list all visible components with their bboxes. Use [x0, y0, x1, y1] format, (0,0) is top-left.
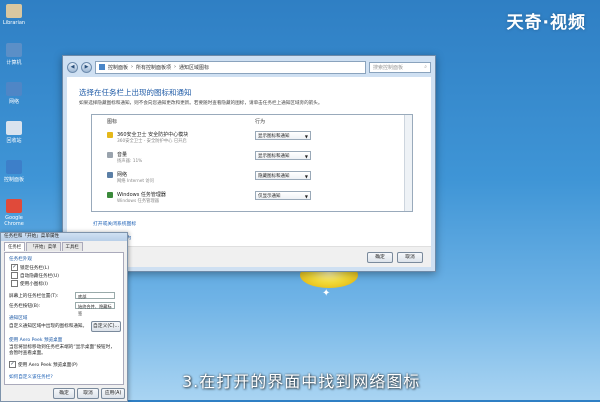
breadcrumb-2[interactable]: 通知区域图标 — [179, 64, 209, 71]
dialog-ok-button[interactable]: 确定 — [53, 388, 75, 399]
control-panel-icon — [99, 64, 105, 70]
buttons-label: 任务栏按钮(B): — [9, 304, 41, 309]
icon-list: 图标 行为 360安全卫士 安全防护中心模块 360安全卫士 - 安全防护中心 已… — [91, 114, 413, 212]
behavior-select[interactable]: 显示图标和通知 ▼ — [255, 151, 311, 160]
search-placeholder: 搜索控制面板 — [373, 64, 404, 71]
notify-section: 通知区域 — [9, 316, 28, 321]
forward-icon[interactable]: ▶ — [81, 61, 92, 73]
help-link[interactable]: 如何自定义该任务栏? — [9, 374, 53, 380]
dropdown-arrow-icon: ▼ — [304, 134, 308, 139]
list-scrollbar[interactable] — [404, 115, 412, 211]
app-icon — [107, 132, 113, 138]
behavior-select[interactable]: 隐藏图标和通知 ▼ — [255, 171, 311, 180]
desktop-icon-label: Librarian — [2, 20, 26, 26]
row-subtext: 360安全卫士 - 安全防护中心 已开启 — [117, 139, 187, 144]
position-label: 屏幕上的任务栏位置(T): — [9, 294, 59, 299]
desktop-icon-label: Google Chrome — [4, 215, 24, 227]
option-label: 自动隐藏任务栏(U) — [20, 273, 60, 279]
breadcrumb-1[interactable]: 所有控制面板项 — [136, 64, 171, 71]
desktop-icon-label: 回收站 — [6, 138, 22, 144]
app-icon — [107, 172, 113, 178]
tab-taskbar[interactable]: 任务栏 — [4, 242, 26, 251]
address-bar[interactable]: 控制面板 › 所有控制面板项 › 通知区域图标 — [95, 60, 366, 74]
aero-checkbox[interactable]: 使用 Aero Peek 预览桌面(P) — [9, 361, 78, 368]
taskbar-option[interactable]: 使用小图标(I) — [11, 280, 48, 287]
position-select[interactable]: 底部 — [75, 292, 115, 299]
option-checkbox[interactable] — [11, 272, 18, 279]
row-name: 音量 — [117, 152, 128, 158]
address-row: ◀ ▶ 控制面板 › 所有控制面板项 › 通知区域图标 搜索控制面板 ⌕ — [67, 60, 431, 74]
option-checkbox[interactable] — [11, 264, 18, 271]
desktop-icon-label: 计算机 — [6, 60, 22, 66]
row-subtext: Windows 任务管理器 — [117, 199, 160, 204]
column-icon: 图标 — [107, 119, 118, 125]
desktop-icon[interactable]: Librarian — [0, 4, 28, 26]
taskbar-properties-dialog: 任务栏和「开始」菜单属性 任务栏 「开始」菜单 工具栏 任务栏外观 锁定任务栏(… — [0, 232, 128, 402]
dropdown-arrow-icon: ▼ — [304, 194, 308, 199]
aero-text: 当您将鼠标移动到任务栏末端的“显示桌面”按钮时，会暂时查看桌面。 — [9, 345, 115, 356]
icon-row: 360安全卫士 安全防护中心模块 360安全卫士 - 安全防护中心 已开启 显示图标… — [92, 129, 404, 147]
column-header: 图标 行为 — [92, 115, 404, 125]
desktop-app-icon — [6, 121, 22, 135]
watermark: 天奇·视频 — [506, 13, 586, 33]
dialog-title: 任务栏和「开始」菜单属性 — [1, 233, 127, 241]
desktop-icon[interactable]: 网络 — [0, 82, 28, 105]
desktop-app-icon — [6, 43, 22, 57]
aero-checkbox-label: 使用 Aero Peek 预览桌面(P) — [18, 362, 78, 368]
system-icons-link[interactable]: 打开或关闭系统图标 — [93, 220, 136, 227]
icon-row: 网络 网络 Internet 访问 隐藏图标和通知 ▼ — [92, 169, 404, 187]
option-label: 锁定任务栏(L) — [20, 265, 50, 271]
desktop-icon-label: 网络 — [8, 99, 19, 105]
appearance-section: 任务栏外观 — [9, 257, 32, 262]
desktop-icon[interactable]: 回收站 — [0, 121, 28, 144]
behavior-select[interactable]: 显示图标和通知 ▼ — [255, 131, 311, 140]
taskbar-option[interactable]: 锁定任务栏(L) — [11, 264, 49, 271]
app-icon — [107, 192, 113, 198]
row-name: Windows 任务管理器 — [117, 192, 166, 198]
search-input[interactable]: 搜索控制面板 ⌕ — [369, 61, 431, 73]
search-icon: ⌕ — [424, 64, 427, 70]
desktop-app-icon — [6, 199, 22, 213]
row-subtext: 扬声器: 11% — [117, 159, 143, 164]
desktop-app-icon — [6, 4, 22, 18]
icon-row: 音量 扬声器: 11% 显示图标和通知 ▼ — [92, 149, 404, 167]
sparkle-icon: ✦ — [322, 288, 331, 299]
aero-checkbox-box[interactable] — [9, 361, 16, 368]
dialog-tabs: 任务栏 「开始」菜单 工具栏 — [1, 241, 127, 251]
app-icon — [107, 152, 113, 158]
breadcrumb-0[interactable]: 控制面板 — [108, 64, 128, 71]
dropdown-arrow-icon: ▼ — [304, 174, 308, 179]
dialog-cancel-button[interactable]: 取消 — [77, 388, 99, 399]
desktop-icon[interactable]: 计算机 — [0, 43, 28, 66]
customize-button[interactable]: 自定义(C)... — [91, 321, 121, 332]
row-name: 360安全卫士 安全防护中心模块 — [117, 132, 189, 138]
option-checkbox[interactable] — [11, 280, 18, 287]
desktop-app-icon — [6, 160, 22, 174]
icon-row: Windows 任务管理器 Windows 任务管理器 仅显示通知 ▼ — [92, 189, 404, 207]
desktop-icon-label: 控制面板 — [3, 177, 24, 183]
dialog-apply-button[interactable]: 应用(A) — [101, 388, 125, 399]
desktop-icon[interactable]: Google Chrome — [0, 199, 28, 227]
option-label: 使用小图标(I) — [20, 281, 48, 287]
video-caption: 3.在打开的界面中找到网络图标 — [182, 372, 421, 391]
row-subtext: 网络 Internet 访问 — [117, 179, 154, 184]
buttons-select[interactable]: 始终合并、隐藏标签 — [75, 302, 115, 316]
tab-start-menu[interactable]: 「开始」菜单 — [26, 242, 61, 251]
taskbar-option[interactable]: 自动隐藏任务栏(U) — [11, 272, 59, 279]
tab-toolbars[interactable]: 工具栏 — [61, 242, 83, 251]
cancel-button[interactable]: 取消 — [397, 252, 423, 263]
page-title: 选择在任务栏上出现的图标和通知 — [79, 88, 192, 97]
page-description: 如果选择隐藏图标和通知，则不会向您通知更改和更新。若要随时查看隐藏的图标，请单击… — [79, 101, 323, 106]
notify-text: 自定义通知区域中出现的图标和通知。 — [9, 324, 88, 329]
back-icon[interactable]: ◀ — [67, 61, 78, 73]
dropdown-arrow-icon: ▼ — [304, 154, 308, 159]
column-behavior: 行为 — [255, 119, 266, 125]
dialog-panel: 任务栏外观 锁定任务栏(L) 自动隐藏任务栏(U) 使用小图标(I) 屏幕上的任务栏… — [4, 252, 124, 385]
ok-button[interactable]: 确定 — [367, 252, 393, 263]
behavior-select[interactable]: 仅显示通知 ▼ — [255, 191, 311, 200]
row-name: 网络 — [117, 172, 128, 178]
desktop-app-icon — [6, 82, 22, 96]
aero-section: 使用 Aero Peek 预览桌面 — [9, 338, 63, 343]
desktop-icon[interactable]: 控制面板 — [0, 160, 28, 183]
